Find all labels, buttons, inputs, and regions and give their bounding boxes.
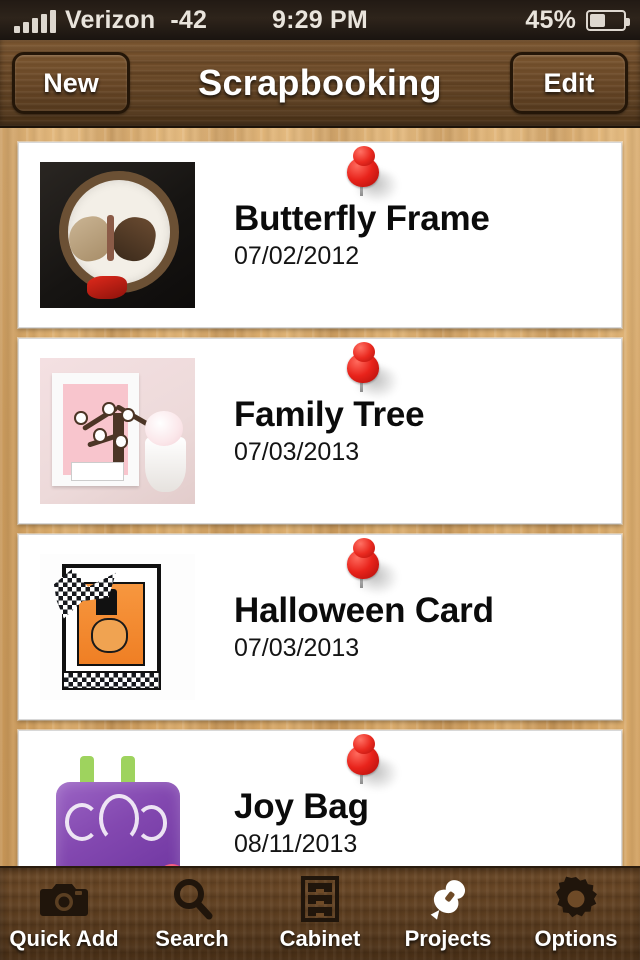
list-item-text: Family Tree 07/03/2013 xyxy=(234,394,425,467)
project-date: 08/11/2013 xyxy=(234,830,358,859)
project-date: 07/02/2012 xyxy=(234,242,360,271)
list-item-text: Joy Bag 08/11/2013 xyxy=(234,786,369,859)
list-item[interactable]: Family Tree 07/03/2013 xyxy=(18,338,622,524)
gear-icon xyxy=(549,876,603,922)
project-thumbnail xyxy=(40,162,195,308)
page-title: Scrapbooking xyxy=(198,62,442,103)
project-title: Halloween Card xyxy=(234,590,494,630)
project-thumbnail xyxy=(40,554,195,700)
app-screen: Verizon -42 9:29 PM 45% New Scrapbooking… xyxy=(0,0,640,960)
camera-icon xyxy=(37,876,91,922)
project-title: Butterfly Frame xyxy=(234,198,490,238)
tab-label: Quick Add xyxy=(9,926,119,951)
project-thumbnail xyxy=(40,750,195,866)
project-list[interactable]: Butterfly Frame 07/02/2012 Family Tree 0… xyxy=(0,128,640,866)
tab-label: Cabinet xyxy=(279,926,361,951)
list-item-text: Butterfly Frame 07/02/2012 xyxy=(234,198,490,271)
tab-quick-add[interactable]: Quick Add xyxy=(0,868,128,960)
list-item[interactable]: Butterfly Frame 07/02/2012 xyxy=(18,142,622,328)
tab-cabinet[interactable]: Cabinet xyxy=(256,868,384,960)
list-item[interactable]: Halloween Card 07/03/2013 xyxy=(18,534,622,720)
new-button[interactable]: New xyxy=(12,52,130,114)
tab-label: Projects xyxy=(404,926,492,951)
list-item-text: Halloween Card 07/03/2013 xyxy=(234,590,494,663)
cabinet-icon xyxy=(293,876,347,922)
project-date: 07/03/2013 xyxy=(234,438,360,467)
tab-options[interactable]: Options xyxy=(512,868,640,960)
tab-label: Search xyxy=(155,926,229,951)
navigation-bar: New Scrapbooking Edit xyxy=(0,40,640,128)
clock-label: 9:29 PM xyxy=(272,5,368,34)
tab-bar: Quick Add Search Cabinet Projects Option… xyxy=(0,866,640,960)
project-title: Joy Bag xyxy=(234,786,369,826)
project-date: 07/03/2013 xyxy=(234,634,360,663)
search-icon xyxy=(165,876,219,922)
tab-search[interactable]: Search xyxy=(128,868,256,960)
project-title: Family Tree xyxy=(234,394,425,434)
project-thumbnail xyxy=(40,358,195,504)
edit-button[interactable]: Edit xyxy=(510,52,628,114)
battery-icon xyxy=(586,9,630,31)
tab-projects[interactable]: Projects xyxy=(384,868,512,960)
pushpin-icon xyxy=(421,876,475,922)
list-item[interactable]: Joy Bag 08/11/2013 xyxy=(18,730,622,866)
status-bar: Verizon -42 9:29 PM 45% xyxy=(0,0,640,40)
tab-label: Options xyxy=(534,926,618,951)
